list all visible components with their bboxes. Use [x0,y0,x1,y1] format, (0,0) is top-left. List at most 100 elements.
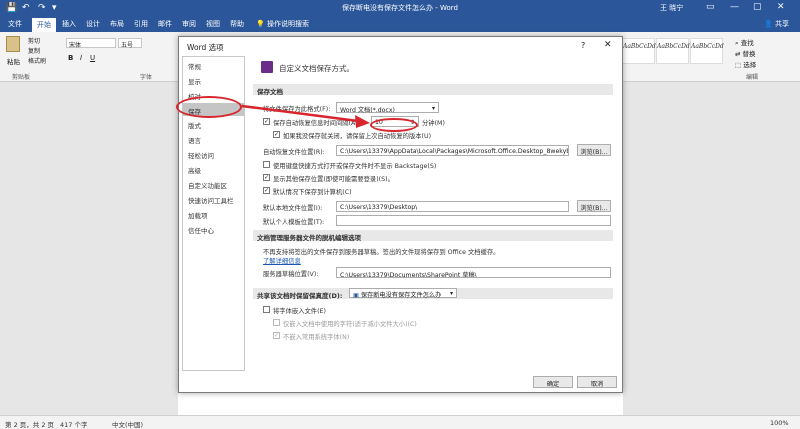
ok-button[interactable]: 确定 [533,376,573,388]
nav-item-trust-center[interactable]: 信任中心 [188,225,214,235]
autorecover-label: 保存自动恢复信息时间间隔(A) [273,120,358,127]
user-name[interactable]: 王 晓宁 [660,3,683,13]
language-indicator[interactable]: 中文(中国) [112,419,143,429]
help-icon[interactable]: ? [581,41,585,50]
style-heading-1[interactable]: AaBbCcDd [690,38,724,64]
highlight-ellipse-minutes [370,118,418,132]
format-painter-button[interactable]: 格式刷 [28,56,46,65]
nav-item-accessibility[interactable]: 轻松访问 [188,150,214,160]
tab-file[interactable]: 文件 [4,19,26,29]
dialog-title: Word 选项 [187,43,224,52]
fidelity-label: 共享该文档时保留保真度(D): [257,292,343,300]
zoom-level[interactable]: 100% [770,419,789,427]
select-icon: ⬚ [735,61,742,69]
find-button[interactable]: ⌕ 查找 [735,37,754,48]
server-drafts-label: 服务器草稿位置(V): [263,271,319,278]
editing-group-label: 编辑 [746,74,759,81]
select-button[interactable]: ⬚ 选择 [735,59,756,69]
save-to-computer-label: 默认情况下保存到计算机(C) [273,189,352,196]
tab-insert[interactable]: 插入 [58,19,80,29]
autorecover-path-label: 自动恢复文件位置(R): [263,149,325,156]
font-name-select[interactable]: 宋体 [66,38,116,49]
paste-icon[interactable] [6,36,20,52]
personal-template-field[interactable] [336,215,611,226]
browse-autorecover-button[interactable]: 浏览(B)... [577,144,611,156]
paste-button[interactable]: 粘贴 [7,56,20,66]
page-count[interactable]: 第 2 页，共 2 页 [5,419,54,429]
tab-references[interactable]: 引用 [130,19,152,29]
backstage-label: 使用键盘快捷方式打开或保存文件时不显示 Backstage(S) [273,163,437,170]
default-local-path-field[interactable]: C:\Users\13379\Desktop\ [336,201,569,212]
nav-item-customize-ribbon[interactable]: 自定义功能区 [188,180,227,190]
cut-button[interactable]: 剪切 [28,36,40,45]
font-size-select[interactable]: 五号 [118,38,142,49]
section-save-documents: 保存文档 [253,84,613,96]
fidelity-document-select[interactable]: ▣ 保存断电没有保存文件怎么办 ▾ [349,288,457,299]
autorecover-path-field[interactable]: C:\Users\13379\AppData\Local\Packages\Mi… [336,145,569,156]
font-group-label: 字体 [140,74,153,81]
italic-button[interactable]: I [80,54,82,62]
share-button[interactable]: 👤 共享 [760,19,793,29]
word-count[interactable]: 417 个字 [60,419,87,429]
style-normal[interactable]: AaBbCcDd [622,38,656,64]
nav-item-display[interactable]: 显示 [188,76,201,86]
copy-button[interactable]: 复制 [28,46,40,55]
close-window-icon[interactable]: ✕ [777,2,785,12]
nav-item-general[interactable]: 常规 [188,61,201,71]
save-icon[interactable]: 💾 [6,3,17,13]
show-more-locations-checkbox[interactable]: ✓ [263,174,270,181]
chevron-down-icon: ▾ [431,105,435,112]
embed-fonts-label: 将字体嵌入文件(E) [273,308,326,315]
customize-quick-access-icon[interactable]: ▾ [52,3,57,13]
tab-review[interactable]: 审阅 [178,19,200,29]
tell-me-label: 操作说明搜索 [266,20,309,28]
tab-mailings[interactable]: 邮件 [154,19,176,29]
clipboard-group-label: 剪贴板 [12,74,31,81]
backstage-checkbox[interactable] [263,161,270,168]
tab-help[interactable]: 帮助 [226,19,248,29]
bold-button[interactable]: B [68,54,73,62]
nav-item-advanced[interactable]: 高级 [188,165,201,175]
learn-more-link[interactable]: 了解详细信息 [263,256,301,265]
show-more-locations-label: 显示其他保存位置(即使可能需要登录)(S)。 [273,176,394,183]
tell-me-search[interactable]: 💡 操作说明搜索 [252,19,313,29]
share-label: 共享 [774,20,789,28]
save-format-label: 将文件保存为此格式(F): [263,106,331,113]
document-title: 保存断电没有保存文件怎么办 - Word [342,4,458,12]
tab-design[interactable]: 设计 [82,19,104,29]
options-content: 自定义文档保存方式。 保存文档 将文件保存为此格式(F): Word 文档(*.… [249,56,619,371]
cancel-button[interactable]: 取消 [577,376,617,388]
server-drafts-field[interactable]: C:\Users\13379\Documents\SharePoint 草稿\ [336,267,611,278]
default-local-label: 默认本地文件位置(I): [263,205,323,212]
close-icon[interactable]: ✕ [604,40,612,50]
embed-fonts-checkbox[interactable] [263,306,270,313]
autorecover-unit: 分钟(M) [422,120,445,127]
nav-item-layout[interactable]: 版式 [188,120,201,130]
embed-used-chars-label: 仅嵌入文档中使用的字符(适于减小文件大小)(C) [283,321,417,328]
nav-item-add-ins[interactable]: 加载项 [188,210,208,220]
keep-last-version-checkbox[interactable]: ✓ [273,131,280,138]
maximize-icon[interactable]: ▢ [753,2,762,12]
tab-view[interactable]: 视图 [202,19,224,29]
underline-button[interactable]: U [90,54,95,62]
minimize-icon[interactable]: — [730,2,739,12]
save-to-computer-checkbox[interactable]: ✓ [263,187,270,194]
embed-used-chars-checkbox[interactable] [273,319,280,326]
nav-item-quick-access-toolbar[interactable]: 快速访问工具栏 [188,195,234,205]
ribbon-display-icon[interactable]: ▭ [706,2,715,12]
tab-home[interactable]: 开始 [32,18,56,32]
autorecover-checkbox[interactable]: ✓ [263,118,270,125]
tab-layout[interactable]: 布局 [106,19,128,29]
save-options-icon [261,61,273,73]
replace-button[interactable]: ⇄ 替换 [735,48,756,58]
status-bar: 第 2 页，共 2 页 417 个字 中文(中国) 100% [0,415,800,429]
undo-icon[interactable]: ↶ [22,3,30,13]
nav-item-language[interactable]: 语言 [188,135,201,145]
page-heading: 自定义文档保存方式。 [279,64,354,73]
no-common-fonts-checkbox[interactable]: ✓ [273,332,280,339]
save-format-select[interactable]: Word 文档(*.docx) ▾ [336,102,439,114]
redo-icon[interactable]: ↷ [38,3,46,13]
select-label: 选择 [743,61,757,69]
style-no-spacing[interactable]: AaBbCcDd [656,38,690,64]
browse-local-button[interactable]: 浏览(B)... [577,200,611,212]
